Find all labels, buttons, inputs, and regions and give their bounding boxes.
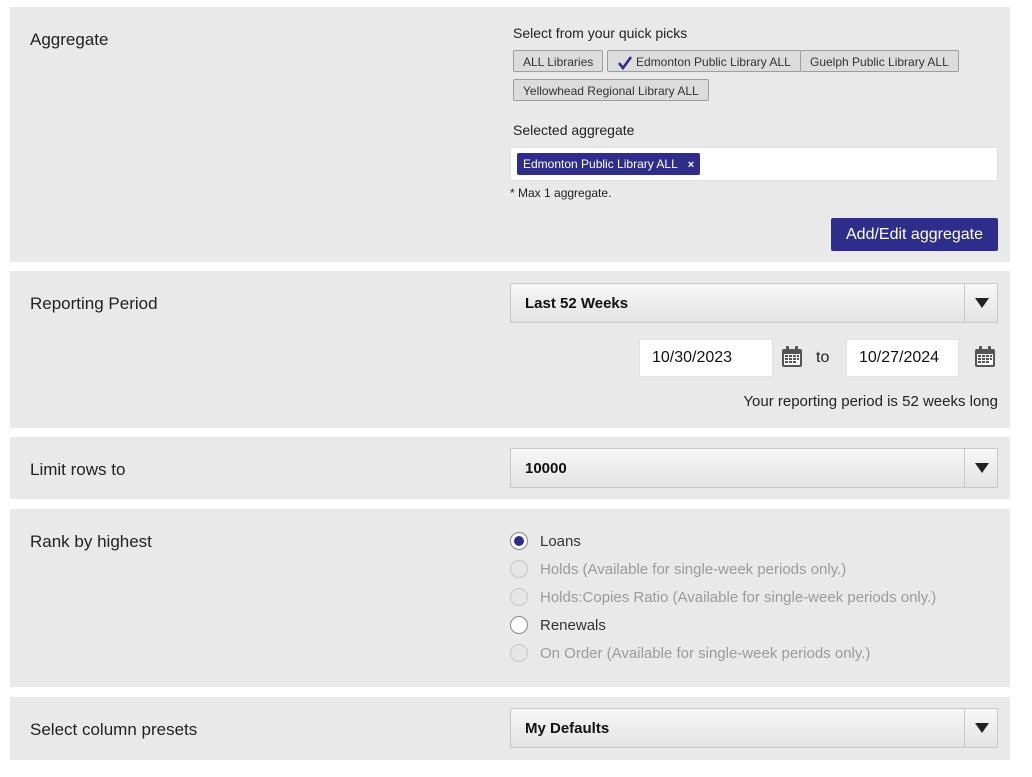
limit-rows-panel: Limit rows to 10000 (10, 437, 1010, 499)
aggregate-panel: Aggregate Select from your quick picks A… (10, 7, 1010, 262)
radio-label: Renewals (540, 617, 606, 634)
radio-button (510, 644, 528, 662)
quick-pick-all-libraries[interactable]: ALL Libraries (513, 50, 604, 72)
quick-pick-label: Guelph Public Library ALL (810, 55, 949, 69)
selected-aggregate-field[interactable]: Edmonton Public Library ALL × (510, 147, 998, 181)
quick-pick-label: Yellowhead Regional Library ALL (523, 84, 699, 98)
start-date-input[interactable]: 10/30/2023 (639, 339, 773, 377)
quick-pick-guelph[interactable]: Guelph Public Library ALL (800, 50, 959, 72)
column-presets-panel: Select column presets My Defaults (10, 697, 1010, 760)
limit-rows-label: Limit rows to (30, 460, 126, 479)
limit-rows-select[interactable]: 10000 (510, 448, 998, 488)
column-presets-select[interactable]: My Defaults (510, 708, 998, 748)
radio-button (510, 560, 528, 578)
selected-aggregate-tag: Edmonton Public Library ALL × (517, 153, 701, 175)
chevron-down-icon (964, 284, 997, 322)
radio-button[interactable] (510, 532, 528, 550)
add-edit-aggregate-button[interactable]: Add/Edit aggregate (831, 218, 998, 251)
reporting-period-label: Reporting Period (30, 294, 158, 313)
rank-by-panel: Rank by highest Loans Holds (Available f… (10, 509, 1010, 687)
radio-button[interactable] (510, 616, 528, 634)
column-presets-value: My Defaults (525, 720, 610, 737)
date-range-to-label: to (816, 349, 830, 366)
radio-label: Loans (540, 533, 581, 550)
radio-label: Holds:Copies Ratio (Available for single… (540, 589, 937, 606)
chevron-down-icon (964, 449, 997, 487)
reporting-period-summary: Your reporting period is 52 weeks long (743, 393, 998, 410)
quick-pick-edmonton[interactable]: Edmonton Public Library ALL (607, 50, 801, 72)
reporting-period-select[interactable]: Last 52 Weeks (510, 283, 998, 323)
radio-button (510, 588, 528, 606)
reporting-period-panel: Reporting Period Last 52 Weeks 10/30/202… (10, 271, 1010, 428)
aggregate-label: Aggregate (30, 30, 109, 49)
reporting-period-value: Last 52 Weeks (525, 295, 629, 312)
tag-label: Edmonton Public Library ALL (523, 157, 678, 171)
selected-aggregate-label: Selected aggregate (513, 122, 635, 138)
calendar-icon[interactable] (973, 345, 997, 369)
rank-by-label: Rank by highest (30, 532, 152, 551)
checkmark-icon (617, 56, 633, 70)
calendar-icon[interactable] (780, 345, 804, 369)
chevron-down-icon (964, 709, 997, 747)
quick-pick-label: Edmonton Public Library ALL (636, 55, 791, 69)
radio-label: On Order (Available for single-week peri… (540, 645, 871, 662)
remove-tag-icon[interactable]: × (688, 159, 694, 171)
column-presets-label: Select column presets (30, 720, 198, 739)
end-date-input[interactable]: 10/27/2024 (846, 339, 959, 377)
quick-pick-yellowhead[interactable]: Yellowhead Regional Library ALL (513, 79, 709, 101)
quick-pick-label: ALL Libraries (523, 55, 594, 69)
quick-picks-label: Select from your quick picks (513, 25, 688, 41)
limit-rows-value: 10000 (525, 460, 567, 477)
radio-label: Holds (Available for single-week periods… (540, 561, 847, 578)
max-aggregate-note: * Max 1 aggregate. (510, 186, 612, 200)
